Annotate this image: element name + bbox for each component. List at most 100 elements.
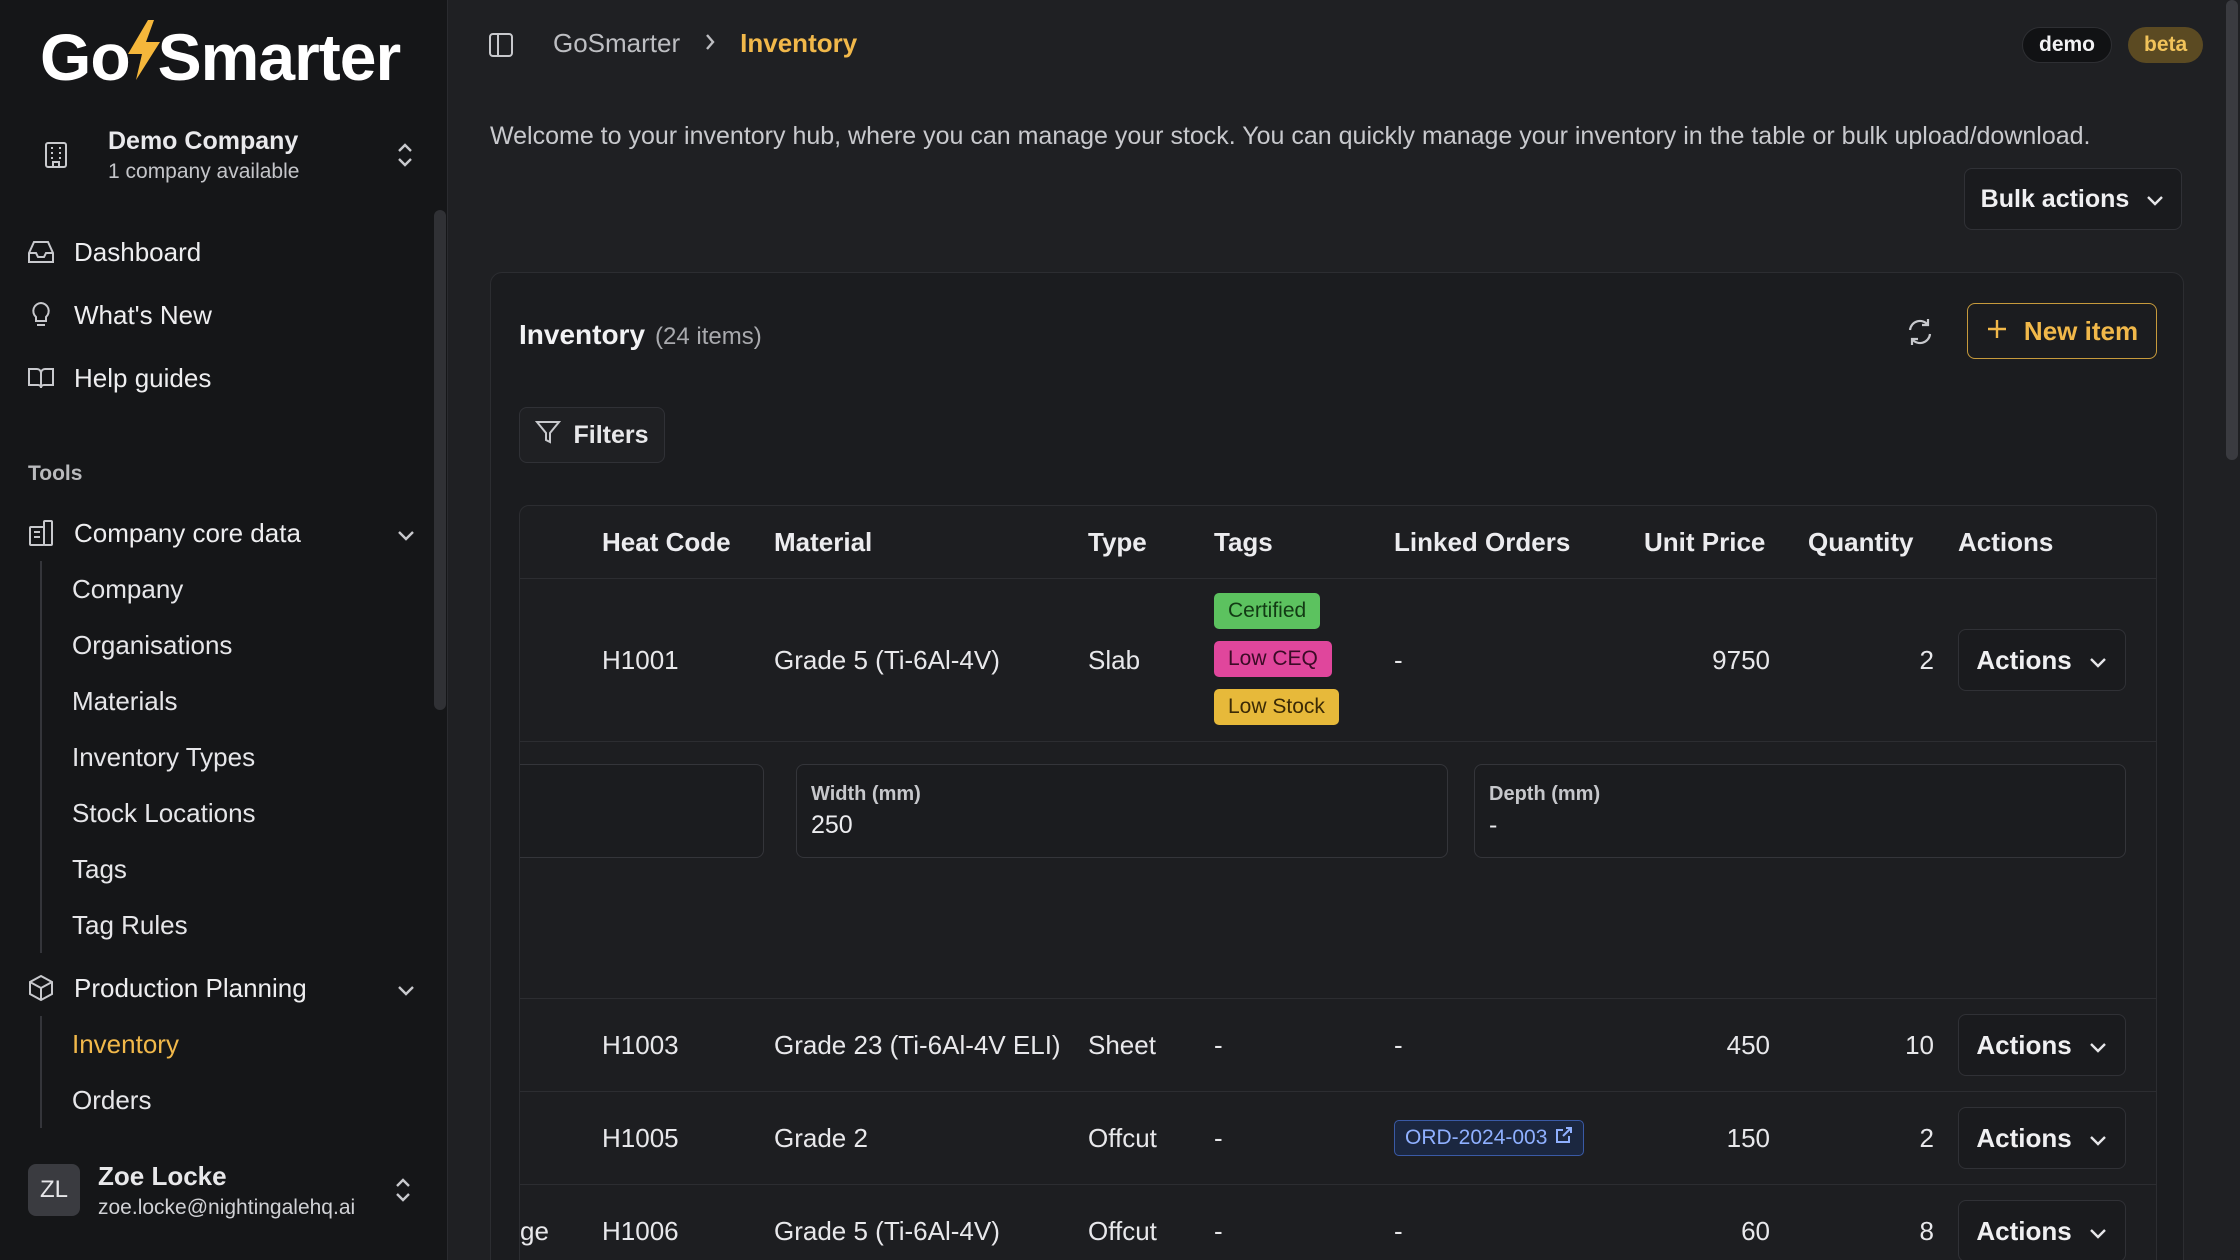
cell-type: Offcut <box>1088 1215 1157 1246</box>
app-logo[interactable]: Go Smarter <box>40 20 401 94</box>
chevron-down-icon <box>396 973 416 1004</box>
nav-stock-locations[interactable]: Stock Locations <box>42 785 402 841</box>
cell-unit-price: 9750 <box>1712 644 1770 675</box>
sidebar-toggle-icon[interactable] <box>488 32 514 65</box>
nav-whats-new[interactable]: What's New <box>26 289 416 341</box>
nav-tag-rules[interactable]: Tag Rules <box>42 897 402 953</box>
breadcrumb-current: Inventory <box>740 28 858 58</box>
bulk-actions-button[interactable]: Bulk actions <box>1964 168 2182 230</box>
nav-dashboard[interactable]: Dashboard <box>26 226 416 278</box>
sidebar-scrollbar[interactable] <box>434 210 446 710</box>
inventory-table: Heat Code Material Type Tags Linked Orde… <box>519 505 2157 1260</box>
depth-label: Depth (mm) <box>1489 783 1601 805</box>
row-actions-label: Actions <box>1976 644 2072 675</box>
nav-production-planning[interactable]: Production Planning <box>26 962 416 1014</box>
nav-help-guides-label: Help guides <box>74 362 212 393</box>
cell-heat-code: H1005 <box>602 1122 679 1153</box>
cell-material: Grade 5 (Ti-6Al-4V) <box>774 1215 1000 1246</box>
cell-linked-orders: ORD-2024-003 <box>1394 1092 1585 1184</box>
cell-unit-price: 450 <box>1726 1029 1770 1060</box>
nav-materials[interactable]: Materials <box>42 673 402 729</box>
filters-button[interactable]: Filters <box>519 407 665 463</box>
cell-tags: - <box>1214 1215 1223 1246</box>
cell-tags: Low Stock <box>1214 687 1339 727</box>
refresh-icon[interactable] <box>1905 317 1935 354</box>
table-row[interactable]: H1003 Grade 23 (Ti-6Al-4V ELI) Sheet - -… <box>520 999 2156 1091</box>
nav-organisations[interactable]: Organisations <box>42 617 402 673</box>
company-count: 1 company available <box>108 159 300 183</box>
row-actions-label: Actions <box>1976 1215 2072 1246</box>
table-row[interactable]: H1005 Grade 2 Offcut - ORD-2024-003 150 … <box>520 1092 2156 1184</box>
chevron-down-icon <box>2088 1030 2108 1061</box>
cell-linked-orders: - <box>1394 1215 1403 1246</box>
filters-label: Filters <box>573 420 649 449</box>
cell-clipped: ge <box>520 1215 549 1246</box>
col-tags[interactable]: Tags <box>1214 506 1273 578</box>
col-type[interactable]: Type <box>1088 506 1147 578</box>
building-icon <box>30 141 82 169</box>
row-actions-button[interactable]: Actions <box>1958 629 2126 691</box>
cell-quantity: 8 <box>1919 1215 1934 1246</box>
cell-material: Grade 2 <box>774 1122 868 1153</box>
user-menu[interactable]: ZL Zoe Locke zoe.locke@nightingalehq.ai <box>28 1150 418 1230</box>
tag-low-ceq[interactable]: Low CEQ <box>1214 641 1332 677</box>
chevrons-up-down-icon <box>390 141 420 169</box>
new-item-button[interactable]: New item <box>1967 303 2157 359</box>
tag-certified[interactable]: Certified <box>1214 593 1321 629</box>
demo-badge: demo <box>2022 27 2113 63</box>
filter-icon <box>535 419 562 452</box>
col-material[interactable]: Material <box>774 506 872 578</box>
breadcrumb-root[interactable]: GoSmarter <box>553 28 680 59</box>
chevron-right-icon <box>704 28 716 59</box>
external-link-icon <box>1555 1126 1573 1150</box>
nav-orders[interactable]: Orders <box>42 1072 402 1128</box>
linked-order-link[interactable]: ORD-2024-003 <box>1394 1120 1585 1156</box>
lightning-icon <box>126 20 162 94</box>
table-row[interactable]: ge H1006 Grade 5 (Ti-6Al-4V) Offcut - - … <box>520 1185 2156 1260</box>
row-actions-label: Actions <box>1976 1122 2072 1153</box>
nav-company-core-data[interactable]: Company core data <box>26 507 416 559</box>
nav-company[interactable]: Company <box>42 561 402 617</box>
cell-heat-code: H1001 <box>602 644 679 675</box>
page-scrollbar[interactable] <box>2226 0 2238 460</box>
depth-field[interactable]: Depth (mm) - <box>1474 764 2126 858</box>
user-email: zoe.locke@nightingalehq.ai <box>98 1195 356 1219</box>
col-linked-orders[interactable]: Linked Orders <box>1394 506 1570 578</box>
col-unit-price[interactable]: Unit Price <box>1644 506 1765 578</box>
sidebar: Go Smarter Demo Company 1 company availa… <box>0 0 448 1260</box>
database-building-icon <box>26 518 56 548</box>
chevron-down-icon <box>2088 1216 2108 1247</box>
lightbulb-icon <box>26 300 56 330</box>
cell-linked-orders: - <box>1394 1029 1403 1060</box>
width-field[interactable]: Width (mm) 250 <box>796 764 1448 858</box>
user-name: Zoe Locke <box>98 1160 227 1191</box>
company-switcher[interactable]: Demo Company 1 company available <box>30 120 420 190</box>
cell-unit-price: 60 <box>1741 1215 1770 1246</box>
field-clipped[interactable] <box>520 764 764 858</box>
plus-icon <box>1986 316 2008 347</box>
tag-low-stock[interactable]: Low Stock <box>1214 689 1339 725</box>
col-quantity[interactable]: Quantity <box>1808 506 1913 578</box>
table-row[interactable]: H1001 Grade 5 (Ti-6Al-4V) Slab Certified… <box>520 579 2156 741</box>
cell-quantity: 2 <box>1919 644 1934 675</box>
cell-type: Slab <box>1088 644 1141 675</box>
new-item-label: New item <box>2023 315 2139 346</box>
cell-material: Grade 5 (Ti-6Al-4V) <box>774 644 1000 675</box>
row-actions-button[interactable]: Actions <box>1958 1200 2126 1260</box>
logo-text-smarter: Smarter <box>157 20 401 94</box>
cell-linked-orders: - <box>1394 644 1403 675</box>
cell-quantity: 2 <box>1919 1122 1934 1153</box>
nav-help-guides[interactable]: Help guides <box>26 352 416 404</box>
nav-inventory[interactable]: Inventory <box>42 1016 402 1072</box>
book-open-icon <box>26 363 56 393</box>
row-actions-button[interactable]: Actions <box>1958 1014 2126 1076</box>
logo-text-go: Go <box>40 20 131 94</box>
nav-dashboard-label: Dashboard <box>74 236 202 267</box>
nav-whats-new-label: What's New <box>74 299 212 330</box>
nav-inventory-types[interactable]: Inventory Types <box>42 729 402 785</box>
nav-tags[interactable]: Tags <box>42 841 402 897</box>
col-heat-code[interactable]: Heat Code <box>602 506 731 578</box>
cell-type: Offcut <box>1088 1122 1157 1153</box>
row-actions-button[interactable]: Actions <box>1958 1107 2126 1169</box>
cell-material: Grade 23 (Ti-6Al-4V ELI) <box>774 1029 1061 1060</box>
